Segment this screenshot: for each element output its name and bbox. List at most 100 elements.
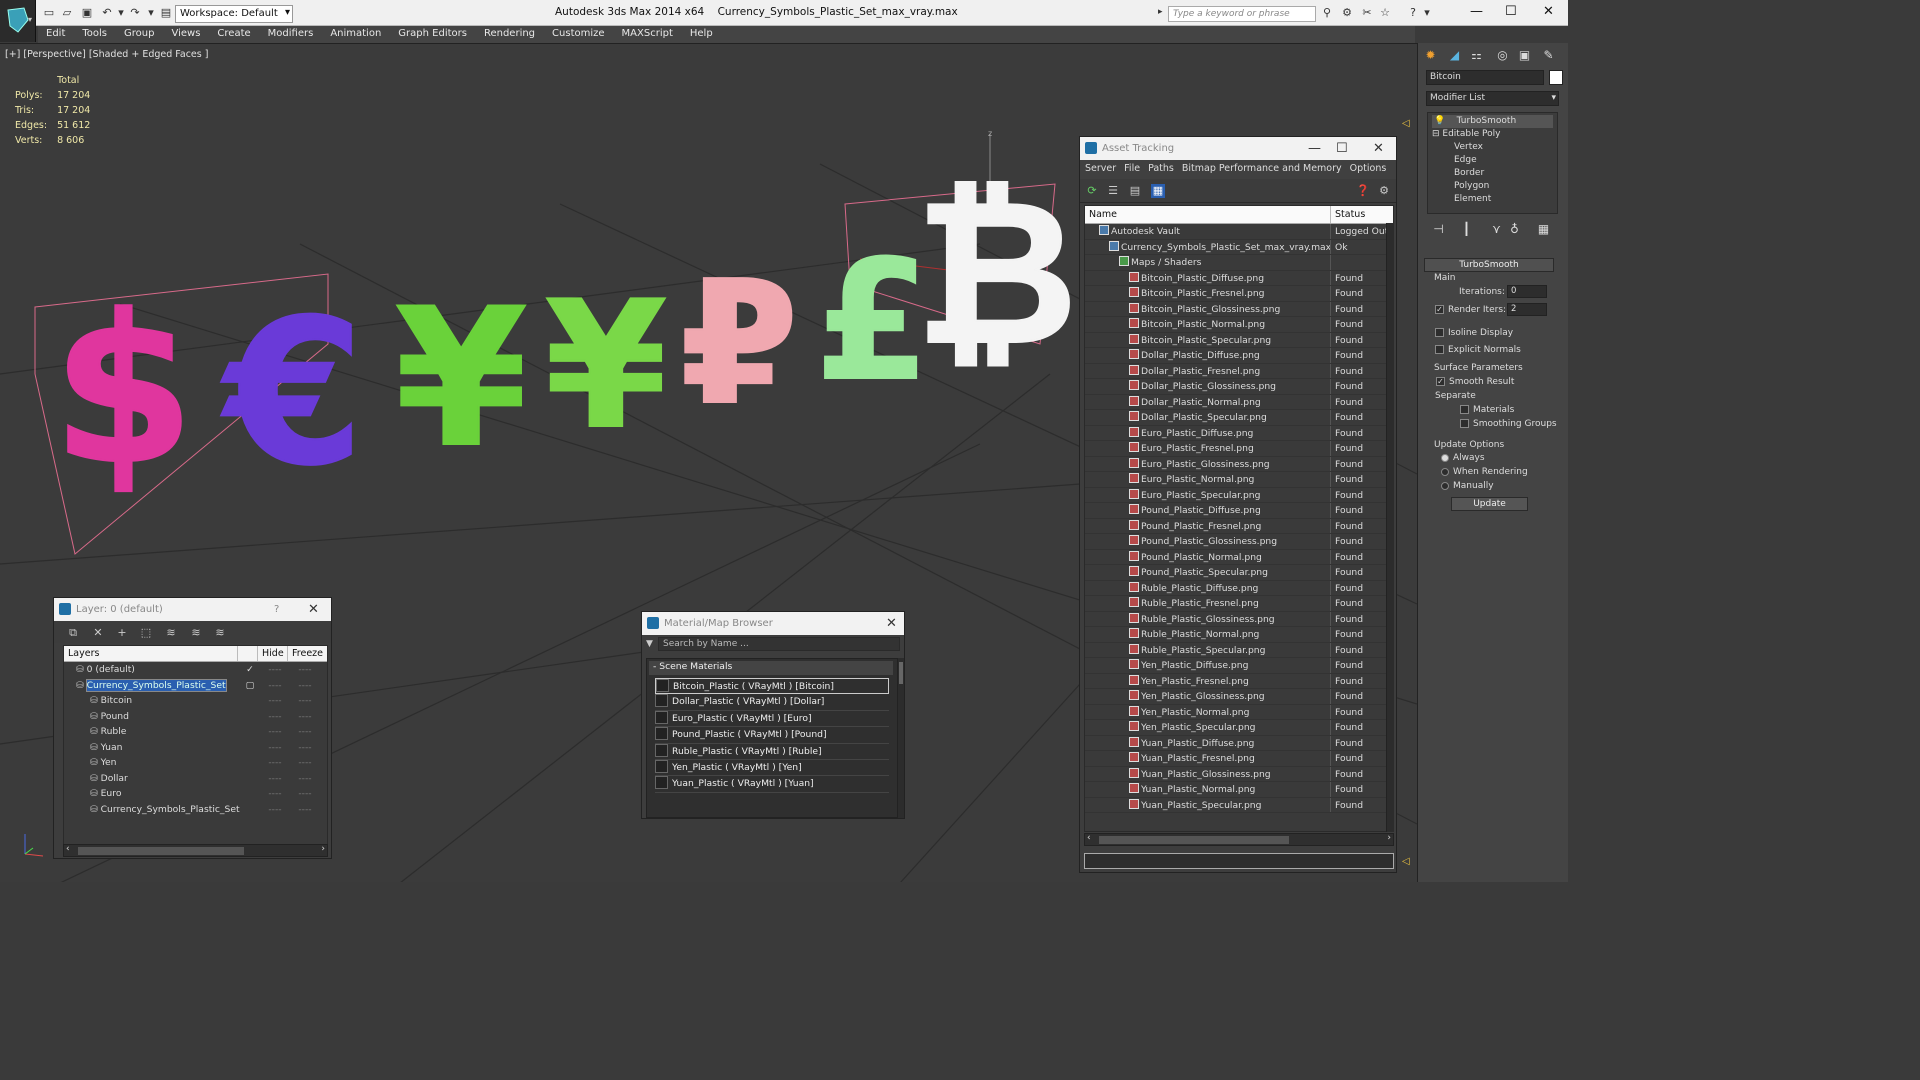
- menu-animation[interactable]: Animation: [322, 26, 390, 43]
- currency-symbol-model[interactable]: €: [224, 293, 365, 495]
- undo-icon[interactable]: ↶: [100, 6, 114, 19]
- layer-state-cell[interactable]: [240, 724, 260, 740]
- layer-freeze-toggle[interactable]: ----: [290, 678, 320, 694]
- pin-stack-icon[interactable]: ⊣: [1430, 221, 1447, 238]
- menu-group[interactable]: Group: [116, 26, 163, 43]
- menu-help[interactable]: Help: [682, 26, 722, 43]
- help-icon[interactable]: ?: [1406, 6, 1420, 19]
- table-view-icon[interactable]: ▦: [1151, 184, 1165, 198]
- layer-state-cell[interactable]: [240, 771, 260, 787]
- layer-state-cell[interactable]: [240, 693, 260, 709]
- layer-freeze-toggle[interactable]: ----: [290, 755, 320, 771]
- object-color-swatch[interactable]: [1549, 70, 1563, 85]
- asset-row[interactable]: Yuan_Plastic_Diffuse.png Found: [1085, 735, 1393, 751]
- list-view-icon[interactable]: ☰: [1106, 184, 1120, 198]
- asset-row[interactable]: Pound_Plastic_Normal.png Found: [1085, 549, 1393, 565]
- update-when-rendering-row[interactable]: When Rendering: [1441, 467, 1528, 477]
- layer-freeze-toggle[interactable]: ----: [290, 771, 320, 787]
- tools-icon[interactable]: ✂: [1360, 6, 1374, 19]
- scroll-thumb[interactable]: [899, 662, 903, 684]
- make-unique-icon[interactable]: ⋎: [1488, 221, 1505, 238]
- layer-freeze-toggle[interactable]: ----: [290, 786, 320, 802]
- asset-row[interactable]: Ruble_Plastic_Normal.png Found: [1085, 627, 1393, 643]
- layer-name[interactable]: Yen: [101, 757, 117, 768]
- asset-row[interactable]: Dollar_Plastic_Normal.png Found: [1085, 394, 1393, 410]
- render-iters-row[interactable]: ✓ Render Iters:: [1435, 305, 1506, 315]
- stack-item-edge[interactable]: Edge: [1432, 154, 1553, 167]
- help-dropdown-icon[interactable]: ▾: [1420, 6, 1434, 19]
- layer-row[interactable]: ⛁ Currency_Symbols_Plastic_Set ---- ----: [64, 802, 327, 818]
- layer-row[interactable]: ⛁ Yen ---- ----: [64, 755, 327, 771]
- redo-icon[interactable]: ↷: [128, 6, 142, 19]
- material-item[interactable]: Yen_Plastic ( VRayMtl ) [Yen]: [655, 759, 889, 777]
- column-header-status[interactable]: Status: [1331, 206, 1369, 223]
- object-name-field[interactable]: Bitcoin: [1426, 70, 1544, 85]
- currency-symbol-model[interactable]: $: [51, 288, 196, 495]
- asset-menu-file[interactable]: File: [1119, 160, 1143, 174]
- browser-options-icon[interactable]: ▼: [646, 639, 653, 649]
- highlight-layer-icon[interactable]: ≋: [164, 626, 178, 640]
- asset-row[interactable]: Euro_Plastic_Diffuse.png Found: [1085, 425, 1393, 441]
- layer-hide-toggle[interactable]: ----: [260, 802, 290, 818]
- layer-row[interactable]: ⛁ Yuan ---- ----: [64, 740, 327, 756]
- when-rendering-radio[interactable]: [1441, 467, 1449, 476]
- scroll-right-icon[interactable]: ›: [1387, 833, 1391, 843]
- menu-modifiers[interactable]: Modifiers: [260, 26, 323, 43]
- asset-row[interactable]: Euro_Plastic_Normal.png Found: [1085, 472, 1393, 488]
- isoline-display-checkbox[interactable]: [1435, 328, 1444, 337]
- asset-menu-options[interactable]: Options: [1345, 160, 1390, 174]
- maximize-button[interactable]: ☐: [1336, 137, 1348, 160]
- save-file-icon[interactable]: ▣: [80, 6, 94, 19]
- scroll-right-icon[interactable]: ›: [321, 844, 325, 854]
- layer-row[interactable]: ⛁ 0 (default) ✓ ---- ----: [64, 662, 327, 678]
- configure-modifier-sets-icon[interactable]: ▦: [1535, 221, 1552, 238]
- utilities-tab-icon[interactable]: ✎: [1540, 47, 1557, 64]
- material-item[interactable]: Euro_Plastic ( VRayMtl ) [Euro]: [655, 710, 889, 728]
- layer-hide-toggle[interactable]: ----: [260, 740, 290, 756]
- asset-row[interactable]: Dollar_Plastic_Glossiness.png Found: [1085, 379, 1393, 395]
- asset-row[interactable]: Ruble_Plastic_Specular.png Found: [1085, 642, 1393, 658]
- asset-row[interactable]: Ruble_Plastic_Fresnel.png Found: [1085, 596, 1393, 612]
- layer-freeze-toggle[interactable]: ----: [290, 740, 320, 756]
- asset-row[interactable]: Yuan_Plastic_Normal.png Found: [1085, 782, 1393, 798]
- layer-row[interactable]: ⛁ Bitcoin ---- ----: [64, 693, 327, 709]
- menu-graph-editors[interactable]: Graph Editors: [390, 26, 476, 43]
- asset-row[interactable]: Ruble_Plastic_Glossiness.png Found: [1085, 611, 1393, 627]
- scroll-thumb[interactable]: [78, 847, 244, 855]
- layer-table[interactable]: Layers Hide Freeze ⛁ 0 (default) ✓ ---- ---…: [63, 645, 328, 845]
- layer-hide-toggle[interactable]: ----: [260, 678, 290, 694]
- display-tab-icon[interactable]: ▣: [1516, 47, 1533, 64]
- layer-state-cell[interactable]: [240, 740, 260, 756]
- menu-customize[interactable]: Customize: [544, 26, 614, 43]
- material-item[interactable]: Pound_Plastic ( VRayMtl ) [Pound]: [655, 727, 889, 744]
- materials-checkbox[interactable]: [1460, 405, 1469, 414]
- communication-center-icon[interactable]: ⚙: [1340, 6, 1354, 19]
- layer-name[interactable]: Currency_Symbols_Plastic_Set: [101, 804, 240, 815]
- layer-row[interactable]: ⛁ Euro ---- ----: [64, 786, 327, 802]
- asset-tracking-titlebar[interactable]: Asset Tracking — ☐ ✕: [1080, 137, 1396, 160]
- currency-symbol-model[interactable]: ₽: [679, 258, 799, 430]
- currency-symbol-model[interactable]: ₿: [914, 173, 1079, 375]
- asset-row[interactable]: Bitcoin_Plastic_Specular.png Found: [1085, 332, 1393, 348]
- chevron-right-icon[interactable]: ▸: [1158, 7, 1163, 17]
- scene-materials-group-header[interactable]: - Scene Materials: [649, 661, 893, 675]
- close-button[interactable]: ✕: [1373, 137, 1384, 160]
- scroll-left-icon[interactable]: ‹: [66, 844, 70, 854]
- asset-row[interactable]: Dollar_Plastic_Fresnel.png Found: [1085, 363, 1393, 379]
- menu-tools[interactable]: Tools: [74, 26, 116, 43]
- binoculars-icon[interactable]: ⚲: [1320, 6, 1334, 19]
- workspace-select[interactable]: Workspace: Default ▾: [175, 5, 293, 23]
- asset-vertical-scrollbar[interactable]: [1386, 223, 1394, 832]
- asset-row[interactable]: Bitcoin_Plastic_Glossiness.png Found: [1085, 301, 1393, 317]
- layer-hide-toggle[interactable]: ----: [260, 786, 290, 802]
- stack-item-border[interactable]: Border: [1432, 167, 1553, 180]
- column-header-hide[interactable]: Hide: [258, 646, 288, 661]
- freeze-all-icon[interactable]: ≋: [213, 626, 227, 640]
- asset-row[interactable]: Pound_Plastic_Diffuse.png Found: [1085, 503, 1393, 519]
- thumbnail-view-icon[interactable]: ▤: [1128, 184, 1142, 198]
- layer-name[interactable]: Pound: [101, 711, 129, 722]
- asset-horizontal-scrollbar[interactable]: ‹ ›: [1084, 833, 1394, 846]
- asset-row[interactable]: Yen_Plastic_Glossiness.png Found: [1085, 689, 1393, 705]
- asset-row[interactable]: Yuan_Plastic_Specular.png Found: [1085, 797, 1393, 813]
- scroll-thumb[interactable]: [1099, 836, 1289, 844]
